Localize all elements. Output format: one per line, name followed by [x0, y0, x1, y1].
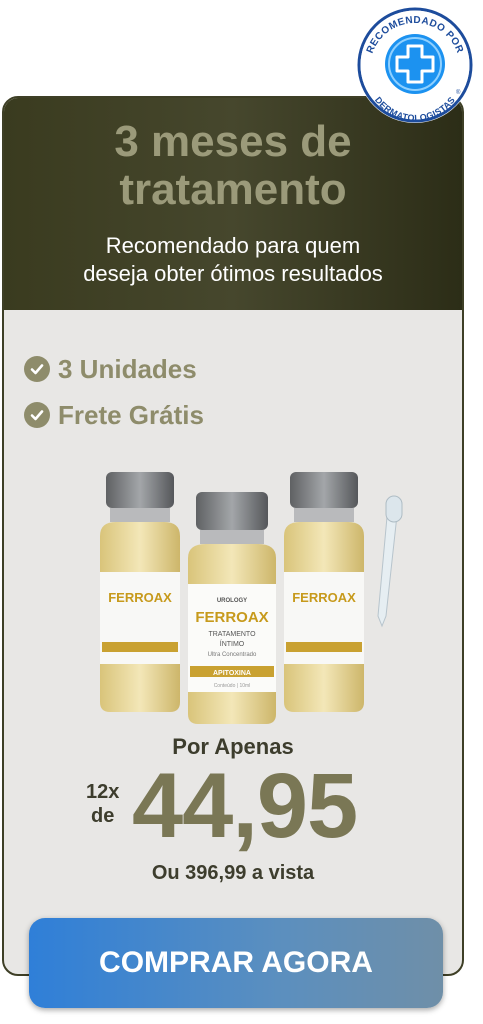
- dermatologist-badge: RECOMENDADO POR DERMATOLOGISTAS ®: [357, 7, 473, 123]
- svg-text:APITOXINA: APITOXINA: [213, 670, 251, 677]
- installments-de: de: [91, 805, 115, 827]
- bottle-right: FERROAX: [284, 472, 364, 712]
- benefit-label: Frete Grátis: [58, 399, 204, 430]
- title-line-2: tratamento: [119, 165, 347, 214]
- check-circle-icon: [24, 356, 50, 382]
- svg-text:FERROAX: FERROAX: [292, 590, 356, 605]
- svg-text:UROLOGY: UROLOGY: [217, 598, 247, 604]
- title-line-1: 3 meses de: [114, 117, 352, 166]
- installment-price: 44,95: [132, 755, 358, 857]
- buy-now-button[interactable]: COMPRAR AGORA: [29, 918, 443, 1008]
- bottle-left: FERROAX: [100, 472, 180, 712]
- svg-text:Conteúdo | 10ml: Conteúdo | 10ml: [214, 683, 251, 689]
- pipette: [377, 495, 403, 628]
- svg-text:FERROAX: FERROAX: [195, 609, 268, 626]
- svg-text:®: ®: [456, 89, 461, 96]
- benefits-list: 3 Unidades Frete Grátis: [24, 346, 204, 438]
- check-circle-icon: [24, 402, 50, 428]
- medical-cross-icon: [385, 34, 445, 94]
- benefit-item: 3 Unidades: [24, 346, 204, 392]
- product-image: FERROAX FERROAX UROLOGY FERROAX TRATAMEN…: [100, 472, 403, 724]
- bottle-center: UROLOGY FERROAX TRATAMENTO ÍNTIMO Ultra …: [188, 492, 276, 724]
- price-block: Por Apenas 12x de 44,95 Ou 396,99 a vist…: [4, 734, 462, 885]
- cash-price: Ou 396,99 a vista: [151, 862, 315, 884]
- svg-text:Ultra Concentrado: Ultra Concentrado: [208, 652, 257, 658]
- benefit-label: 3 Unidades: [58, 353, 197, 384]
- svg-text:ÍNTIMO: ÍNTIMO: [220, 639, 245, 648]
- offer-header: 3 meses de tratamento Recomendado para q…: [4, 98, 462, 310]
- offer-title: 3 meses de tratamento: [4, 118, 462, 214]
- offer-subtitle: Recomendado para quem deseja obter ótimo…: [28, 232, 438, 288]
- price-row: 12x de 44,95: [4, 756, 462, 858]
- benefit-item: Frete Grátis: [24, 392, 204, 438]
- svg-text:FERROAX: FERROAX: [108, 590, 172, 605]
- subtitle-line-1: Recomendado para quem: [105, 233, 361, 258]
- subtitle-line-2: deseja obter ótimos resultados: [83, 261, 383, 286]
- installments-label: 12x de: [86, 780, 119, 828]
- offer-card: 3 meses de tratamento Recomendado para q…: [2, 96, 464, 976]
- svg-text:TRATAMENTO: TRATAMENTO: [208, 631, 256, 638]
- installments-count: 12x: [86, 781, 120, 803]
